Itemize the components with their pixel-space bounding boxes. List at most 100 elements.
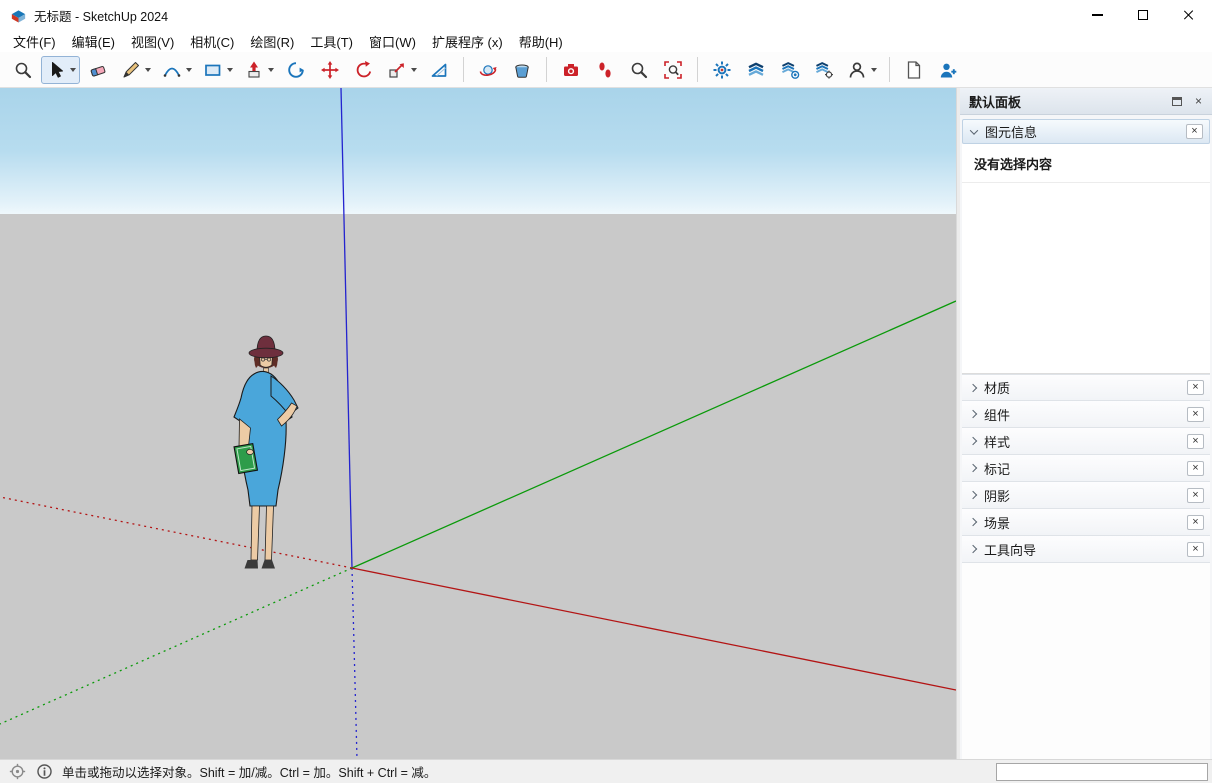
menu-item-edit[interactable]: 编辑(E) xyxy=(64,30,123,53)
panel-section-materials[interactable]: 材质× xyxy=(962,374,1210,401)
entity-info-body: 没有选择内容 xyxy=(962,144,1210,374)
panel-section-label: 阴影 xyxy=(984,486,1010,505)
panel-section-label: 工具向导 xyxy=(984,540,1036,559)
panel-section-shadows[interactable]: 阴影 × xyxy=(962,482,1210,509)
dropdown-caret-icon[interactable] xyxy=(268,68,274,72)
line-tool[interactable] xyxy=(116,56,155,84)
walk-tool[interactable] xyxy=(589,56,621,84)
menu-item-camera[interactable]: 相机(C) xyxy=(182,30,242,53)
eraser-tool[interactable] xyxy=(82,56,114,84)
dropdown-caret-icon[interactable] xyxy=(145,68,151,72)
figure-leg-left xyxy=(251,506,260,560)
chevron-right-icon xyxy=(969,464,977,472)
close-section-button[interactable]: × xyxy=(1187,407,1204,422)
follow-me-icon xyxy=(285,59,307,81)
orbit-icon xyxy=(477,59,499,81)
push-pull-tool[interactable] xyxy=(239,56,278,84)
select-tool[interactable] xyxy=(41,56,80,84)
menu-item-file[interactable]: 文件(F) xyxy=(5,30,64,53)
chevron-right-icon xyxy=(969,437,977,445)
window-controls xyxy=(1074,0,1212,30)
entity-info-label: 图元信息 xyxy=(985,122,1037,141)
search-tool[interactable] xyxy=(7,56,39,84)
panel-section-instructor[interactable]: 工具向导 × xyxy=(962,536,1210,563)
extension-manager-tool[interactable] xyxy=(808,56,840,84)
add-person-button[interactable] xyxy=(932,56,964,84)
arc-icon xyxy=(161,59,183,81)
measurement-input[interactable] xyxy=(996,763,1208,781)
close-button[interactable] xyxy=(1166,0,1212,30)
position-camera-icon xyxy=(560,59,582,81)
dropdown-caret-icon[interactable] xyxy=(70,68,76,72)
entity-info-header[interactable]: 图元信息 × xyxy=(962,119,1210,144)
paint-bucket-tool[interactable] xyxy=(506,56,538,84)
trimble-connect-icon xyxy=(779,59,801,81)
zoom-extents-tool[interactable] xyxy=(657,56,689,84)
new-file-icon xyxy=(903,59,925,81)
rotate-tool[interactable] xyxy=(348,56,380,84)
sketchup-logo-icon xyxy=(9,6,28,25)
close-icon xyxy=(1183,9,1195,21)
panel-section-label: 标记 xyxy=(984,459,1010,478)
extension-warehouse-tool[interactable] xyxy=(706,56,738,84)
menu-bar: 文件(F)编辑(E)视图(V)相机(C)绘图(R)工具(T)窗口(W)扩展程序 … xyxy=(0,30,1212,52)
rectangle-tool[interactable] xyxy=(198,56,237,84)
tape-measure-tool[interactable] xyxy=(423,56,455,84)
panel-section-tags[interactable]: 标记 × xyxy=(962,455,1210,482)
panel-tray-header: 默认面板 × xyxy=(960,88,1212,115)
close-panel-button[interactable]: × xyxy=(1190,93,1207,109)
close-section-button[interactable]: × xyxy=(1187,488,1204,503)
panel-section-components[interactable]: 组件× xyxy=(962,401,1210,428)
extension-warehouse-icon xyxy=(711,59,733,81)
sign-in-button[interactable] xyxy=(842,56,881,84)
geolocation-icon[interactable] xyxy=(8,763,26,781)
add-person-icon xyxy=(937,59,959,81)
menu-item-extensions[interactable]: 扩展程序 (x) xyxy=(424,30,511,53)
main-toolbar xyxy=(0,52,1212,88)
info-icon[interactable] xyxy=(35,763,53,781)
search-icon xyxy=(12,59,34,81)
scale-figure[interactable] xyxy=(234,336,298,569)
close-section-button[interactable]: × xyxy=(1187,515,1204,530)
maximize-button[interactable] xyxy=(1120,0,1166,30)
3d-warehouse-tool[interactable] xyxy=(740,56,772,84)
entity-info-message: 没有选择内容 xyxy=(962,144,1210,183)
menu-item-window[interactable]: 窗口(W) xyxy=(361,30,424,53)
dropdown-caret-icon[interactable] xyxy=(411,68,417,72)
dropdown-caret-icon[interactable] xyxy=(186,68,192,72)
pin-panel-button[interactable] xyxy=(1168,93,1185,109)
zoom-extents-icon xyxy=(662,59,684,81)
minimize-button[interactable] xyxy=(1074,0,1120,30)
arc-tool[interactable] xyxy=(157,56,196,84)
menu-item-draw[interactable]: 绘图(R) xyxy=(242,30,302,53)
3d-warehouse-icon xyxy=(745,59,767,81)
scale-tool[interactable] xyxy=(382,56,421,84)
red-axis-solid xyxy=(352,568,956,690)
follow-me-tool[interactable] xyxy=(280,56,312,84)
chevron-down-icon xyxy=(970,126,978,134)
3d-viewport[interactable] xyxy=(0,88,956,759)
position-camera-tool[interactable] xyxy=(555,56,587,84)
close-entity-info-button[interactable]: × xyxy=(1186,124,1203,139)
menu-item-view[interactable]: 视图(V) xyxy=(123,30,182,53)
panel-section-scenes[interactable]: 场景× xyxy=(962,509,1210,536)
dropdown-caret-icon[interactable] xyxy=(227,68,233,72)
trimble-connect-tool[interactable] xyxy=(774,56,806,84)
panel-section-styles[interactable]: 样式× xyxy=(962,428,1210,455)
orbit-tool[interactable] xyxy=(472,56,504,84)
close-section-button[interactable]: × xyxy=(1187,542,1204,557)
move-tool[interactable] xyxy=(314,56,346,84)
toolbar-separator xyxy=(546,57,547,82)
status-hint: 单击或拖动以选择对象。Shift = 加/减。Ctrl = 加。Shift + … xyxy=(62,762,987,781)
menu-item-help[interactable]: 帮助(H) xyxy=(511,30,571,53)
close-section-button[interactable]: × xyxy=(1187,434,1204,449)
close-section-button[interactable]: × xyxy=(1187,380,1204,395)
figure-hand xyxy=(247,449,254,454)
figure-shoe-right xyxy=(262,560,276,569)
new-file-button[interactable] xyxy=(898,56,930,84)
close-section-button[interactable]: × xyxy=(1187,461,1204,476)
dropdown-caret-icon[interactable] xyxy=(871,68,877,72)
zoom-tool[interactable] xyxy=(623,56,655,84)
menu-item-tools[interactable]: 工具(T) xyxy=(302,30,361,53)
chevron-right-icon xyxy=(969,491,977,499)
